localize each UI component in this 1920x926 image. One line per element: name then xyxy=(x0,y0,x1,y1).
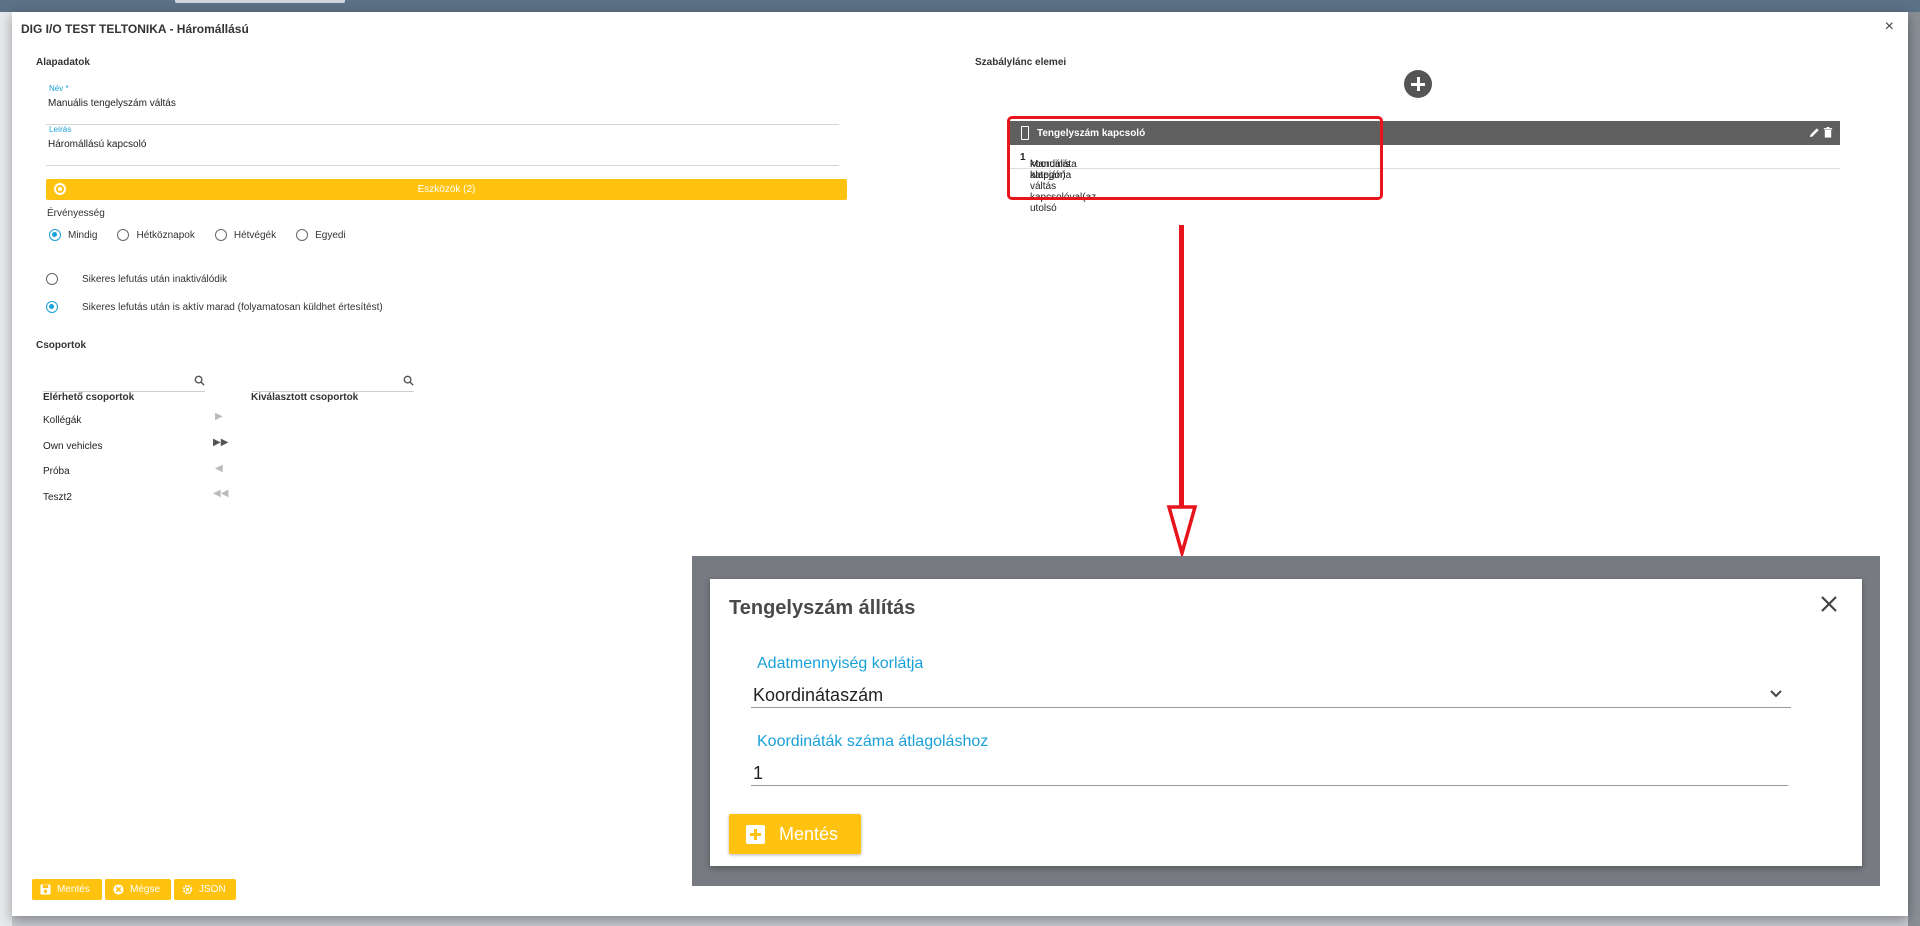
selected-groups-header: Kiválasztott csoportok xyxy=(251,392,359,403)
coordinate-count-field[interactable]: Koordináták száma átlagoláshoz 1 xyxy=(751,733,1788,786)
available-groups-search[interactable] xyxy=(43,372,205,392)
cancel-circle-icon xyxy=(113,884,124,895)
plus-square-icon xyxy=(746,825,765,844)
chevron-down-icon[interactable] xyxy=(1769,687,1783,701)
settings-icon xyxy=(54,183,66,195)
data-limit-label: Adatmennyiség korlátja xyxy=(757,655,924,672)
validity-option-custom[interactable]: Egyedi xyxy=(296,229,346,241)
background-topbar xyxy=(0,0,1920,12)
validity-radio-group: Mindig Hétköznapok Hétvégék Egyedi xyxy=(49,229,366,241)
json-button[interactable]: JSON xyxy=(174,879,236,900)
move-all-left-icon[interactable]: ◀◀ xyxy=(213,488,228,499)
background-right-edge xyxy=(1908,12,1920,926)
validity-option-always[interactable]: Mindig xyxy=(49,229,97,241)
group-item[interactable]: Próba xyxy=(43,466,70,477)
validity-option-weekends[interactable]: Hétvégék xyxy=(214,229,276,241)
name-field[interactable]: Név * Manuális tengelyszám váltás xyxy=(46,84,839,125)
description-field[interactable]: Leírás Háromállású kapcsoló xyxy=(46,125,839,166)
delete-trash-icon[interactable] xyxy=(1823,127,1833,138)
search-icon[interactable] xyxy=(194,375,205,386)
group-item[interactable]: Kollégák xyxy=(43,415,81,426)
section-basic-title: Alapadatok xyxy=(36,57,90,68)
validity-label: Érvényesség xyxy=(47,208,105,219)
section-groups-title: Csoportok xyxy=(36,340,86,351)
coordinate-count-label: Koordináták száma átlagoláshoz xyxy=(757,733,989,750)
run-mode-option-inactivate[interactable]: Sikeres lefutás után inaktiválódik xyxy=(46,273,227,285)
highlight-arrow-line xyxy=(1179,225,1184,510)
highlight-box xyxy=(1007,116,1383,200)
edit-pencil-icon[interactable] xyxy=(1809,127,1820,138)
move-all-right-icon[interactable]: ▶▶ xyxy=(213,437,228,448)
section-chain-title: Szabálylánc elemei xyxy=(975,57,1067,68)
move-right-icon[interactable]: ▶ xyxy=(215,411,223,422)
gear-icon xyxy=(182,884,193,895)
cancel-button[interactable]: Mégse xyxy=(105,879,171,900)
name-field-value[interactable]: Manuális tengelyszám váltás xyxy=(48,98,176,109)
radio-checked-icon[interactable] xyxy=(49,229,61,241)
group-item[interactable]: Teszt2 xyxy=(43,492,72,503)
radio-checked-icon[interactable] xyxy=(46,301,58,313)
add-chain-element-button[interactable] xyxy=(1404,70,1432,98)
background-tab xyxy=(175,0,345,3)
selected-groups-search[interactable] xyxy=(252,372,414,392)
validity-option-weekdays[interactable]: Hétköznapok xyxy=(117,229,195,241)
group-item[interactable]: Own vehicles xyxy=(43,441,102,452)
data-limit-value[interactable]: Koordinátaszám xyxy=(753,685,883,706)
description-field-label: Leírás xyxy=(49,125,72,134)
search-icon[interactable] xyxy=(403,375,414,386)
close-icon[interactable]: × xyxy=(1885,18,1894,36)
run-mode-option-stay-active[interactable]: Sikeres lefutás után is aktív marad (fol… xyxy=(46,301,383,313)
background-sidebar xyxy=(0,12,12,926)
axle-setting-modal: Tengelyszám állítás Adatmennyiség korlát… xyxy=(710,579,1862,866)
data-limit-select[interactable]: Adatmennyiség korlátja Koordinátaszám xyxy=(751,655,1791,708)
floppy-icon xyxy=(40,884,51,895)
modal-save-label: Mentés xyxy=(779,824,839,844)
dialog-title: DIG I/O TEST TELTONIKA - Háromállású xyxy=(21,22,249,36)
radio-unchecked-icon[interactable] xyxy=(214,229,227,241)
modal-save-button[interactable]: Mentés xyxy=(729,814,861,854)
radio-unchecked-icon[interactable] xyxy=(46,273,58,285)
move-left-icon[interactable]: ◀ xyxy=(215,463,223,474)
modal-title: Tengelyszám állítás xyxy=(729,597,916,619)
available-groups-header: Elérhető csoportok xyxy=(43,392,135,403)
coordinate-count-value[interactable]: 1 xyxy=(753,763,763,784)
tools-button-label: Eszközök (2) xyxy=(417,184,476,195)
radio-unchecked-icon[interactable] xyxy=(117,229,130,241)
description-field-value[interactable]: Háromállású kapcsoló xyxy=(48,139,146,150)
close-icon[interactable] xyxy=(1818,593,1840,615)
highlight-arrow-head-icon xyxy=(1166,505,1198,557)
radio-unchecked-icon[interactable] xyxy=(296,229,309,241)
tools-button[interactable]: Eszközök (2) xyxy=(46,179,847,200)
name-field-label: Név * xyxy=(49,84,69,93)
save-button[interactable]: Mentés xyxy=(32,879,102,900)
